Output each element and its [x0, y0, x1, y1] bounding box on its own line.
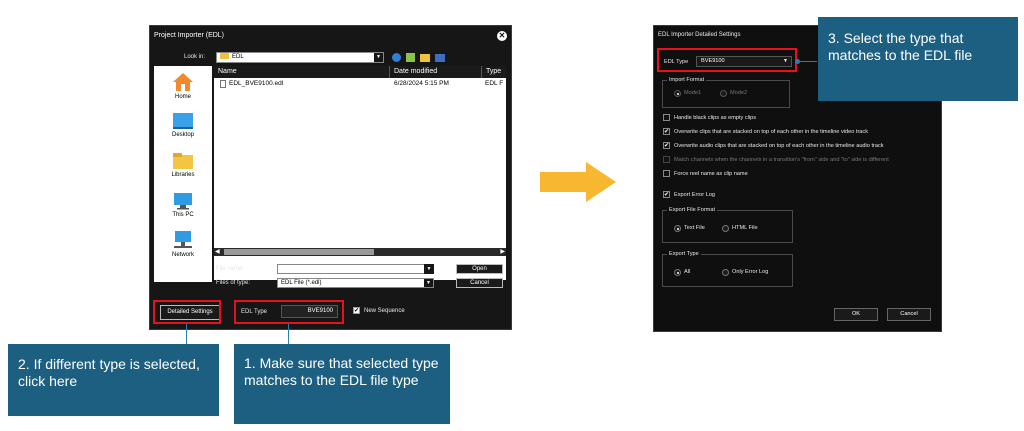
text-file-label: Text File — [684, 225, 705, 231]
connector-line — [288, 324, 289, 344]
group-title: Export Type — [667, 251, 701, 257]
only-error-log-label: Only Error Log — [732, 269, 769, 275]
scroll-left-icon[interactable]: ◀ — [215, 248, 220, 255]
option-label: Match channels when the channels in a tr… — [674, 157, 889, 163]
back-icon[interactable] — [392, 53, 401, 62]
scroll-right-icon[interactable]: ▶ — [500, 248, 505, 255]
option-checkbox[interactable]: ✔ — [663, 142, 670, 149]
connector-line — [797, 61, 817, 62]
file-date: 6/28/2024 5:15 PM — [394, 80, 449, 87]
dialog-title: EDL Importer Detailed Settings — [658, 32, 741, 38]
folder-icon — [173, 153, 193, 169]
highlight-edl-type-select — [657, 48, 797, 72]
horizontal-scrollbar[interactable]: ◀ ▶ — [214, 248, 506, 256]
column-header-name[interactable]: Name — [214, 66, 390, 78]
export-error-log-label: Export Error Log — [674, 192, 716, 198]
chevron-down-icon: ▼ — [374, 53, 383, 62]
option-checkbox[interactable]: ✔ — [663, 128, 670, 135]
connector-dot — [795, 59, 800, 64]
option-label: Handle black clips as empty clips — [674, 115, 757, 121]
mode1-label: Mode1 — [684, 90, 702, 96]
option-checkbox[interactable] — [663, 170, 670, 177]
mode1-radio[interactable] — [674, 90, 681, 97]
column-header-date[interactable]: Date modified — [390, 66, 482, 78]
desktop-icon — [173, 113, 193, 129]
all-label: All — [684, 269, 691, 275]
file-row[interactable]: EDL_BVE9100.edl 6/28/2024 5:15 PM EDL F — [214, 79, 506, 89]
file-name-label: File name: — [216, 266, 245, 272]
place-libraries[interactable]: Libraries — [154, 152, 212, 178]
chevron-down-icon[interactable]: ▼ — [424, 264, 434, 274]
scrollbar-thumb[interactable] — [224, 249, 374, 255]
new-sequence-checkbox[interactable]: ✔ — [353, 307, 360, 314]
file-icon — [220, 80, 226, 88]
mode2-radio[interactable] — [720, 90, 727, 97]
dialog-title: Project Importer (EDL) — [154, 32, 225, 39]
place-label: Network — [171, 252, 194, 258]
place-label: Desktop — [171, 132, 194, 138]
option-checkbox-disabled — [663, 156, 670, 163]
text-file-radio[interactable] — [674, 225, 681, 232]
open-button[interactable]: Open — [456, 264, 503, 274]
group-title: Import Format — [667, 77, 707, 83]
all-radio[interactable] — [674, 269, 681, 276]
project-importer-dialog: Project Importer (EDL) ✕ Look in: EDL ▼ … — [149, 25, 512, 330]
new-sequence-label: New Sequence — [364, 308, 405, 314]
group-title: Export File Format — [667, 207, 718, 213]
mode2-label: Mode2 — [730, 90, 748, 96]
places-bar: Home Desktop Libraries This PC Network — [154, 66, 212, 282]
view-menu-icon[interactable] — [435, 54, 445, 62]
arrow-right-icon — [540, 162, 616, 202]
place-network[interactable]: Network — [154, 230, 212, 258]
files-of-type-label: Files of type: — [216, 280, 251, 286]
file-name-input[interactable] — [277, 264, 434, 274]
callout-step-3: 3. Select the type that matches to the E… — [818, 17, 1018, 101]
place-label: Home — [174, 94, 191, 100]
cancel-button[interactable]: Cancel — [887, 308, 931, 321]
option-checkbox[interactable] — [663, 114, 670, 121]
highlight-edl-type — [234, 300, 344, 324]
highlight-detailed-settings — [153, 300, 221, 324]
cancel-button[interactable]: Cancel — [456, 278, 503, 288]
computer-icon — [174, 193, 192, 210]
export-error-log-checkbox[interactable]: ✔ — [663, 191, 670, 198]
place-desktop[interactable]: Desktop — [154, 112, 212, 138]
look-in-select[interactable]: EDL ▼ — [216, 52, 384, 63]
place-this-pc[interactable]: This PC — [154, 192, 212, 218]
html-file-label: HTML File — [732, 225, 758, 231]
file-type: EDL F — [485, 80, 504, 87]
option-label: Overwrite clips that are stacked on top … — [674, 129, 869, 135]
callout-step-1: 1. Make sure that selected type matches … — [234, 344, 450, 424]
only-error-log-radio[interactable] — [722, 269, 729, 276]
new-folder-icon[interactable] — [420, 54, 430, 62]
home-icon — [173, 73, 193, 91]
files-of-type-value: EDL File (*.edl) — [281, 280, 322, 286]
look-in-value: EDL — [232, 54, 244, 60]
option-label: Overwrite audio clips that are stacked o… — [674, 143, 884, 149]
place-home[interactable]: Home — [154, 72, 212, 100]
folder-icon — [220, 53, 229, 60]
column-header-type[interactable]: Type — [482, 66, 506, 78]
up-folder-icon[interactable] — [406, 53, 415, 62]
look-in-label: Look in: — [184, 54, 206, 60]
place-label: Libraries — [171, 172, 195, 178]
network-icon — [174, 231, 192, 248]
close-icon[interactable]: ✕ — [497, 31, 507, 41]
html-file-radio[interactable] — [722, 225, 729, 232]
chevron-down-icon: ▼ — [424, 279, 433, 287]
callout-step-2: 2. If different type is selected, click … — [8, 344, 219, 416]
file-name: EDL_BVE9100.edl — [229, 80, 284, 87]
connector-line — [186, 324, 187, 344]
files-of-type-select[interactable]: EDL File (*.edl) ▼ — [277, 278, 434, 288]
option-label: Force reel name as clip name — [674, 171, 748, 177]
ok-button[interactable]: OK — [834, 308, 878, 321]
place-label: This PC — [172, 212, 194, 218]
